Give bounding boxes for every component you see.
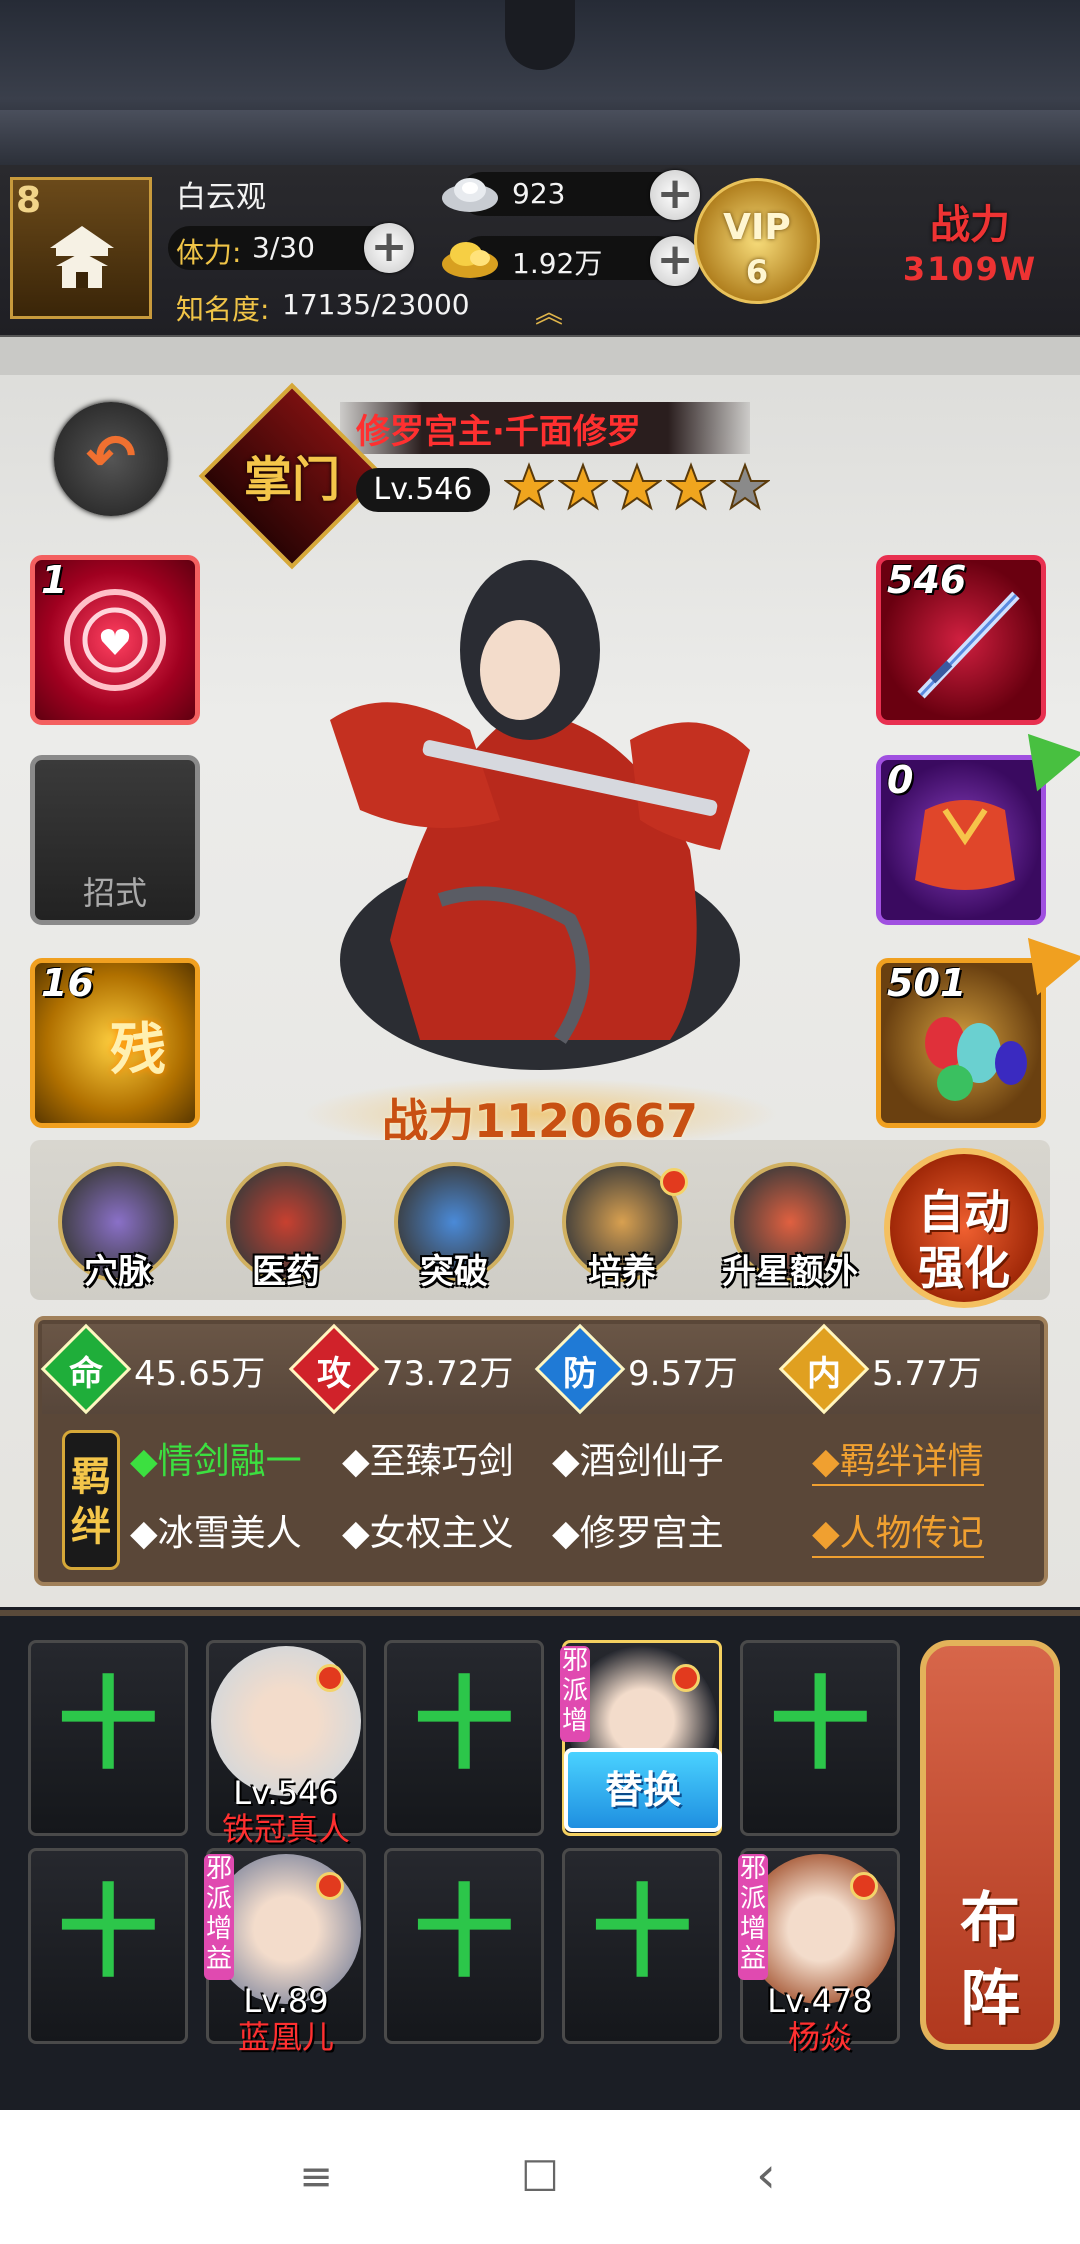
add-stamina-button[interactable]: + bbox=[364, 223, 414, 273]
bond-item[interactable]: ◆冰雪美人 bbox=[130, 1504, 302, 1556]
expand-chevron-icon[interactable]: ︽ bbox=[526, 298, 572, 328]
add-hero-icon: 十 bbox=[58, 1666, 158, 1783]
stat-name: 内 bbox=[807, 1354, 841, 1394]
silver-value: 923 bbox=[512, 177, 566, 210]
fragment-label: 残 bbox=[110, 1018, 166, 1083]
action-label: 穴脉 bbox=[84, 1252, 152, 1292]
action-label: 医药 bbox=[252, 1252, 320, 1292]
notification-dot bbox=[660, 1168, 688, 1196]
total-power-value: 3109W bbox=[902, 250, 1038, 288]
panel-top-strip bbox=[0, 337, 1080, 375]
add-silver-button[interactable]: + bbox=[650, 170, 700, 220]
formation-label-1: 布 bbox=[960, 1886, 1020, 1956]
hero-name: 铁冠真人 bbox=[221, 1810, 350, 1848]
player-level: 8 bbox=[16, 180, 42, 221]
formation-label-2: 阵 bbox=[960, 1964, 1020, 2034]
auto-enhance-label-2: 强化 bbox=[918, 1241, 1010, 1295]
move-slot-label: 招式 bbox=[82, 874, 147, 912]
vip-level: 6 bbox=[745, 253, 769, 291]
hero-name: 杨焱 bbox=[787, 2018, 852, 2056]
rank-text: 掌门 bbox=[243, 452, 340, 508]
hero-name: 修罗宫主·千面修罗 bbox=[356, 412, 641, 452]
bond-item[interactable]: ◆酒剑仙子 bbox=[552, 1432, 724, 1484]
vip-label: VIP bbox=[723, 207, 791, 248]
weapon-slot[interactable]: 546 bbox=[876, 555, 1046, 725]
faction-buff-tag: 邪派增益 bbox=[204, 1854, 234, 1980]
heart-swirl-icon bbox=[64, 589, 166, 691]
hero-name: 蓝凰儿 bbox=[237, 2018, 334, 2056]
hero-portrait bbox=[330, 560, 750, 1070]
bond-item[interactable]: ◆至臻巧剑 bbox=[342, 1432, 514, 1484]
notification-dot bbox=[672, 1664, 700, 1692]
back-nav-icon[interactable]: ‹ bbox=[726, 2146, 806, 2204]
add-hero-icon: 十 bbox=[592, 1874, 692, 1991]
add-hero-icon: 十 bbox=[770, 1666, 870, 1783]
star-icon bbox=[504, 462, 554, 511]
notification-dot bbox=[316, 1664, 344, 1692]
swap-button[interactable]: 替换 bbox=[564, 1748, 722, 1832]
bond-item[interactable]: ◆情剑融一 bbox=[130, 1432, 302, 1484]
total-power: 战力 3109W bbox=[860, 192, 1080, 288]
bond-tag-char: 羁 bbox=[71, 1454, 111, 1500]
stat-name: 防 bbox=[563, 1354, 597, 1394]
stat-name: 攻 bbox=[317, 1354, 351, 1394]
star-icon bbox=[720, 462, 770, 511]
notification-dot bbox=[850, 1872, 878, 1900]
action-label: 升星额外 bbox=[722, 1252, 858, 1292]
bond-item[interactable]: ◆修罗宫主 bbox=[552, 1504, 724, 1556]
slot-count: 501 bbox=[887, 961, 967, 1005]
add-hero-icon: 十 bbox=[414, 1666, 514, 1783]
action-label: 培养 bbox=[588, 1252, 656, 1292]
faction-buff-tag: 邪派增 bbox=[560, 1646, 590, 1742]
gems-icon bbox=[925, 1017, 1027, 1101]
add-gold-button[interactable]: + bbox=[650, 236, 700, 286]
fame-label: 知名度: bbox=[176, 293, 270, 326]
slot-count: 16 bbox=[41, 961, 94, 1005]
armor-icon bbox=[915, 800, 1015, 890]
hero-level: Lv.546 bbox=[356, 468, 490, 512]
gold-ingot-icon bbox=[442, 242, 498, 278]
star-icon bbox=[558, 462, 608, 511]
sword-icon bbox=[917, 591, 1020, 699]
add-hero-icon: 十 bbox=[58, 1874, 158, 1991]
stat-value: 45.65万 bbox=[134, 1354, 266, 1394]
gem-slot[interactable]: 501 bbox=[876, 958, 1046, 1128]
skill-slot-1[interactable]: 1 bbox=[30, 555, 200, 725]
star-icon bbox=[666, 462, 716, 511]
add-hero-icon: 十 bbox=[414, 1874, 514, 1991]
bond-tag-char: 绊 bbox=[71, 1504, 111, 1550]
back-button[interactable]: ↶ bbox=[54, 402, 168, 516]
menu-icon[interactable]: ≡ bbox=[276, 2154, 356, 2200]
action-label: 突破 bbox=[420, 1252, 488, 1292]
bond-tag-text: 羁绊 bbox=[62, 1452, 120, 1552]
stat-value: 5.77万 bbox=[872, 1354, 982, 1394]
vip-badge[interactable]: VIP 6 bbox=[694, 178, 820, 304]
player-name: 白云观 bbox=[176, 180, 266, 215]
gold-value: 1.92万 bbox=[512, 247, 603, 280]
star-icon bbox=[612, 462, 662, 511]
stat-value: 73.72万 bbox=[382, 1354, 514, 1394]
auto-enhance-button[interactable]: 自动 强化 bbox=[884, 1148, 1044, 1308]
temple-icon bbox=[50, 226, 114, 288]
faction-buff-tag: 邪派增益 bbox=[738, 1854, 768, 1980]
stamina-value: 3/30 bbox=[252, 231, 315, 264]
roof-eave bbox=[0, 110, 1080, 168]
stat-value: 9.57万 bbox=[628, 1354, 738, 1394]
total-power-label: 战力 bbox=[930, 202, 1010, 248]
fame-value: 17135/23000 bbox=[282, 288, 470, 321]
bond-details-link[interactable]: ◆羁绊详情 bbox=[812, 1432, 984, 1486]
roof-ornament bbox=[505, 0, 575, 70]
notification-dot bbox=[316, 1872, 344, 1900]
stat-name: 命 bbox=[69, 1354, 103, 1394]
home-icon[interactable]: □ bbox=[500, 2150, 580, 2196]
biography-link[interactable]: ◆人物传记 bbox=[812, 1504, 984, 1558]
silver-ingot-icon bbox=[442, 178, 498, 212]
bond-item[interactable]: ◆女权主义 bbox=[342, 1504, 514, 1556]
armor-slot[interactable]: 0 bbox=[876, 755, 1046, 925]
stamina-label: 体力: bbox=[176, 236, 242, 269]
